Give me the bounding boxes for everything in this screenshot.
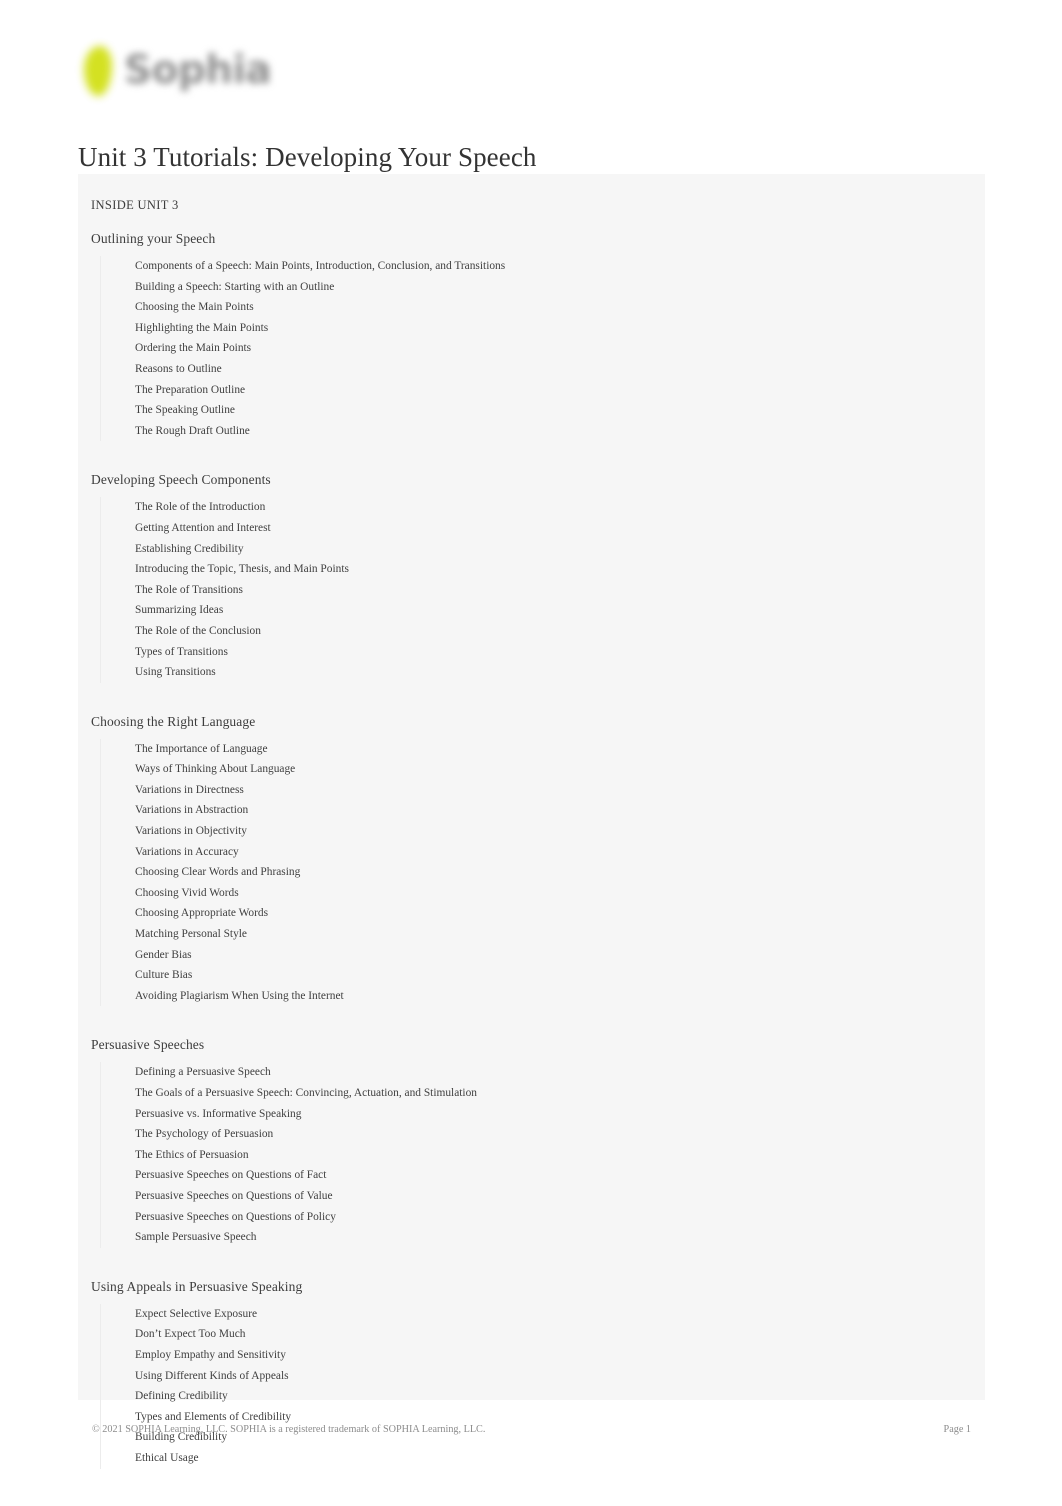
tutorial-item[interactable]: Ethical Usage: [135, 1448, 985, 1469]
tutorial-section: Developing Speech Components The Role of …: [78, 454, 985, 683]
section-title: Outlining your Speech: [91, 231, 216, 246]
tutorial-item[interactable]: Building a Speech: Starting with an Outl…: [135, 277, 985, 298]
tutorial-item[interactable]: Components of a Speech: Main Points, Int…: [135, 256, 985, 277]
tutorial-item[interactable]: Expect Selective Exposure: [135, 1304, 985, 1325]
tutorial-item[interactable]: Persuasive Speeches on Questions of Poli…: [135, 1207, 985, 1228]
inside-unit-heading: INSIDE UNIT 3: [91, 198, 179, 212]
tutorial-item[interactable]: Variations in Accuracy: [135, 842, 985, 863]
tutorial-item[interactable]: Employ Empathy and Sensitivity: [135, 1345, 985, 1366]
section-item-list: Components of a Speech: Main Points, Int…: [100, 256, 985, 442]
sophia-wordmark: Sophia: [124, 48, 272, 93]
section-item-list: Defining a Persuasive Speech The Goals of…: [100, 1062, 985, 1248]
tutorial-item[interactable]: Ordering the Main Points: [135, 338, 985, 359]
tutorial-item[interactable]: Summarizing Ideas: [135, 600, 985, 621]
tutorial-item[interactable]: Using Different Kinds of Appeals: [135, 1366, 985, 1387]
tutorial-item[interactable]: Choosing Appropriate Words: [135, 903, 985, 924]
tutorial-item[interactable]: Variations in Objectivity: [135, 821, 985, 842]
tutorial-item[interactable]: Sample Persuasive Speech: [135, 1227, 985, 1248]
tutorial-item[interactable]: Variations in Abstraction: [135, 800, 985, 821]
tutorial-section: Persuasive Speeches Defining a Persuasive…: [78, 1019, 985, 1248]
document-page: Sophia Unit 3 Tutorials: Developing Your…: [0, 0, 1062, 1506]
tutorial-section: Outlining your Speech Components of a Spe…: [78, 213, 985, 442]
footer-copyright: © 2021 SOPHIA Learning, LLC. SOPHIA is a…: [92, 1424, 486, 1435]
tutorial-item[interactable]: Choosing Vivid Words: [135, 883, 985, 904]
section-title: Choosing the Right Language: [91, 713, 256, 729]
section-title: Persuasive Speeches: [91, 1037, 205, 1053]
tutorial-item[interactable]: Highlighting the Main Points: [135, 318, 985, 339]
page-footer: © 2021 SOPHIA Learning, LLC. SOPHIA is a…: [78, 1420, 985, 1446]
tutorial-item[interactable]: The Goals of a Persuasive Speech: Convin…: [135, 1083, 985, 1104]
tutorial-item[interactable]: The Importance of Language: [135, 739, 985, 760]
tutorial-item[interactable]: Introducing the Topic, Thesis, and Main …: [135, 559, 985, 580]
tutorial-item[interactable]: Persuasive vs. Informative Speaking: [135, 1104, 985, 1125]
tutorial-item[interactable]: Establishing Credibility: [135, 539, 985, 560]
tutorial-item[interactable]: Using Transitions: [135, 662, 985, 683]
sophia-logo: Sophia: [78, 42, 318, 104]
tutorial-item[interactable]: Defining a Persuasive Speech: [135, 1062, 985, 1083]
tutorial-item[interactable]: Matching Personal Style: [135, 924, 985, 945]
tutorial-item[interactable]: The Ethics of Persuasion: [135, 1145, 985, 1166]
section-item-list: The Role of the Introduction Getting Atte…: [100, 497, 985, 683]
tutorial-item[interactable]: Culture Bias: [135, 965, 985, 986]
inside-unit-panel: INSIDE UNIT 3 Outlining your Speech Compo…: [78, 174, 985, 1469]
tutorial-item[interactable]: Don’t Expect Too Much: [135, 1324, 985, 1345]
tutorial-item[interactable]: The Preparation Outline: [135, 380, 985, 401]
page-title: Unit 3 Tutorials: Developing Your Speech: [78, 142, 537, 173]
footer-page-number: Page 1: [943, 1424, 971, 1435]
tutorial-item[interactable]: Persuasive Speeches on Questions of Valu…: [135, 1186, 985, 1207]
tutorial-item[interactable]: Ways of Thinking About Language: [135, 759, 985, 780]
section-title: Using Appeals in Persuasive Speaking: [91, 1278, 303, 1294]
leaf-shape: [84, 46, 112, 96]
tutorial-item[interactable]: Choosing the Main Points: [135, 297, 985, 318]
tutorial-item[interactable]: Avoiding Plagiarism When Using the Inter…: [135, 986, 985, 1007]
tutorial-item[interactable]: Persuasive Speeches on Questions of Fact: [135, 1165, 985, 1186]
tutorial-item[interactable]: The Speaking Outline: [135, 400, 985, 421]
tutorial-item[interactable]: The Role of the Conclusion: [135, 621, 985, 642]
tutorial-item[interactable]: Defining Credibility: [135, 1386, 985, 1407]
tutorial-item[interactable]: The Rough Draft Outline: [135, 421, 985, 442]
tutorial-item[interactable]: Reasons to Outline: [135, 359, 985, 380]
sections-container: Outlining your Speech Components of a Spe…: [78, 213, 985, 1469]
section-item-list: The Importance of Language Ways of Thinki…: [100, 738, 985, 1007]
tutorial-item[interactable]: Gender Bias: [135, 945, 985, 966]
tutorial-item[interactable]: Types of Transitions: [135, 642, 985, 663]
tutorial-item[interactable]: The Role of Transitions: [135, 580, 985, 601]
tutorial-item[interactable]: The Role of the Introduction: [135, 497, 985, 518]
tutorial-item[interactable]: Choosing Clear Words and Phrasing: [135, 862, 985, 883]
tutorial-section: Choosing the Right Language The Importanc…: [78, 696, 985, 1007]
tutorial-item[interactable]: Getting Attention and Interest: [135, 518, 985, 539]
section-title: Developing Speech Components: [91, 472, 271, 488]
tutorial-item[interactable]: The Psychology of Persuasion: [135, 1124, 985, 1145]
leaf-icon: [80, 44, 118, 100]
tutorial-item[interactable]: Variations in Directness: [135, 780, 985, 801]
